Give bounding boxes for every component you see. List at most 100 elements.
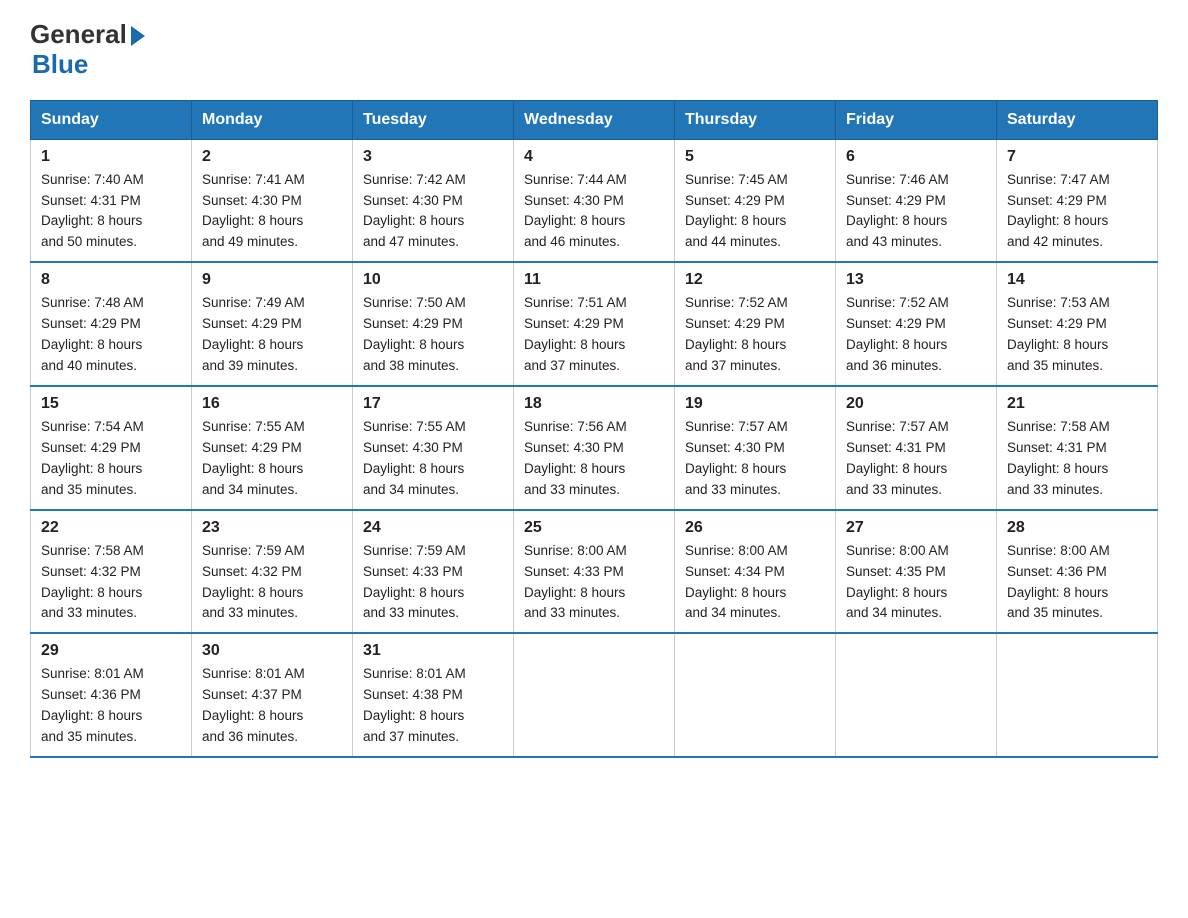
- day-number: 2: [202, 148, 342, 166]
- calendar-cell: 8 Sunrise: 7:48 AMSunset: 4:29 PMDaylight…: [31, 262, 192, 386]
- header-row: SundayMondayTuesdayWednesdayThursdayFrid…: [31, 100, 1158, 139]
- calendar-cell: 3 Sunrise: 7:42 AMSunset: 4:30 PMDaylight…: [353, 139, 514, 262]
- page-header: General Blue: [30, 20, 1158, 80]
- day-info: Sunrise: 8:01 AMSunset: 4:36 PMDaylight:…: [41, 664, 181, 748]
- day-info: Sunrise: 7:51 AMSunset: 4:29 PMDaylight:…: [524, 293, 664, 377]
- calendar-cell: 10 Sunrise: 7:50 AMSunset: 4:29 PMDayligh…: [353, 262, 514, 386]
- day-info: Sunrise: 8:00 AMSunset: 4:34 PMDaylight:…: [685, 541, 825, 625]
- calendar-cell: 18 Sunrise: 7:56 AMSunset: 4:30 PMDayligh…: [514, 386, 675, 510]
- day-info: Sunrise: 7:57 AMSunset: 4:31 PMDaylight:…: [846, 417, 986, 501]
- calendar-cell: 9Sunrise: 7:49 AMSunset: 4:29 PMDaylight…: [192, 262, 353, 386]
- week-row-3: 15 Sunrise: 7:54 AMSunset: 4:29 PMDayligh…: [31, 386, 1158, 510]
- day-info: Sunrise: 7:46 AMSunset: 4:29 PMDaylight:…: [846, 170, 986, 254]
- calendar-cell: 25 Sunrise: 8:00 AMSunset: 4:33 PMDayligh…: [514, 510, 675, 634]
- day-number: 20: [846, 395, 986, 413]
- day-number: 10: [363, 271, 503, 289]
- calendar-cell: 19Sunrise: 7:57 AMSunset: 4:30 PMDayligh…: [675, 386, 836, 510]
- day-number: 24: [363, 519, 503, 537]
- calendar-cell: 30 Sunrise: 8:01 AMSunset: 4:37 PMDayligh…: [192, 633, 353, 757]
- calendar-cell: 22 Sunrise: 7:58 AMSunset: 4:32 PMDayligh…: [31, 510, 192, 634]
- logo-arrow-icon: [131, 26, 145, 46]
- day-info: Sunrise: 8:00 AMSunset: 4:36 PMDaylight:…: [1007, 541, 1147, 625]
- day-info: Sunrise: 7:58 AMSunset: 4:32 PMDaylight:…: [41, 541, 181, 625]
- header-friday: Friday: [836, 100, 997, 139]
- day-number: 31: [363, 642, 503, 660]
- calendar-cell: 21Sunrise: 7:58 AMSunset: 4:31 PMDayligh…: [997, 386, 1158, 510]
- calendar-body: 1Sunrise: 7:40 AMSunset: 4:31 PMDaylight…: [31, 139, 1158, 757]
- day-number: 25: [524, 519, 664, 537]
- calendar-cell: 29 Sunrise: 8:01 AMSunset: 4:36 PMDayligh…: [31, 633, 192, 757]
- calendar-cell: 14Sunrise: 7:53 AMSunset: 4:29 PMDayligh…: [997, 262, 1158, 386]
- day-info: Sunrise: 7:44 AMSunset: 4:30 PMDaylight:…: [524, 170, 664, 254]
- day-info: Sunrise: 7:52 AMSunset: 4:29 PMDaylight:…: [846, 293, 986, 377]
- header-tuesday: Tuesday: [353, 100, 514, 139]
- day-info: Sunrise: 7:59 AMSunset: 4:33 PMDaylight:…: [363, 541, 503, 625]
- header-monday: Monday: [192, 100, 353, 139]
- day-info: Sunrise: 7:53 AMSunset: 4:29 PMDaylight:…: [1007, 293, 1147, 377]
- day-info: Sunrise: 7:54 AMSunset: 4:29 PMDaylight:…: [41, 417, 181, 501]
- day-info: Sunrise: 7:55 AMSunset: 4:30 PMDaylight:…: [363, 417, 503, 501]
- day-number: 6: [846, 148, 986, 166]
- day-number: 17: [363, 395, 503, 413]
- day-info: Sunrise: 7:58 AMSunset: 4:31 PMDaylight:…: [1007, 417, 1147, 501]
- calendar-cell: 5Sunrise: 7:45 AMSunset: 4:29 PMDaylight…: [675, 139, 836, 262]
- day-number: 12: [685, 271, 825, 289]
- day-number: 18: [524, 395, 664, 413]
- day-number: 8: [41, 271, 181, 289]
- logo: General Blue: [30, 20, 145, 80]
- header-sunday: Sunday: [31, 100, 192, 139]
- day-info: Sunrise: 8:00 AMSunset: 4:33 PMDaylight:…: [524, 541, 664, 625]
- calendar-cell: 2Sunrise: 7:41 AMSunset: 4:30 PMDaylight…: [192, 139, 353, 262]
- calendar-cell: 1Sunrise: 7:40 AMSunset: 4:31 PMDaylight…: [31, 139, 192, 262]
- day-info: Sunrise: 7:42 AMSunset: 4:30 PMDaylight:…: [363, 170, 503, 254]
- calendar-cell: 6 Sunrise: 7:46 AMSunset: 4:29 PMDaylight…: [836, 139, 997, 262]
- day-number: 22: [41, 519, 181, 537]
- week-row-2: 8 Sunrise: 7:48 AMSunset: 4:29 PMDaylight…: [31, 262, 1158, 386]
- calendar-cell: [514, 633, 675, 757]
- day-info: Sunrise: 7:52 AMSunset: 4:29 PMDaylight:…: [685, 293, 825, 377]
- calendar-cell: 16Sunrise: 7:55 AMSunset: 4:29 PMDayligh…: [192, 386, 353, 510]
- calendar-cell: 4 Sunrise: 7:44 AMSunset: 4:30 PMDaylight…: [514, 139, 675, 262]
- calendar-cell: 26Sunrise: 8:00 AMSunset: 4:34 PMDayligh…: [675, 510, 836, 634]
- logo-blue: Blue: [32, 49, 145, 80]
- calendar-cell: 31 Sunrise: 8:01 AMSunset: 4:38 PMDayligh…: [353, 633, 514, 757]
- week-row-5: 29 Sunrise: 8:01 AMSunset: 4:36 PMDayligh…: [31, 633, 1158, 757]
- day-info: Sunrise: 7:49 AMSunset: 4:29 PMDaylight:…: [202, 293, 342, 377]
- day-info: Sunrise: 7:59 AMSunset: 4:32 PMDaylight:…: [202, 541, 342, 625]
- day-number: 27: [846, 519, 986, 537]
- day-info: Sunrise: 7:47 AMSunset: 4:29 PMDaylight:…: [1007, 170, 1147, 254]
- week-row-1: 1Sunrise: 7:40 AMSunset: 4:31 PMDaylight…: [31, 139, 1158, 262]
- calendar-cell: 12 Sunrise: 7:52 AMSunset: 4:29 PMDayligh…: [675, 262, 836, 386]
- day-number: 3: [363, 148, 503, 166]
- day-info: Sunrise: 8:01 AMSunset: 4:37 PMDaylight:…: [202, 664, 342, 748]
- day-info: Sunrise: 7:45 AMSunset: 4:29 PMDaylight:…: [685, 170, 825, 254]
- calendar-cell: [675, 633, 836, 757]
- day-info: Sunrise: 8:01 AMSunset: 4:38 PMDaylight:…: [363, 664, 503, 748]
- header-wednesday: Wednesday: [514, 100, 675, 139]
- header-thursday: Thursday: [675, 100, 836, 139]
- day-number: 13: [846, 271, 986, 289]
- logo-general: General: [30, 20, 127, 49]
- day-number: 28: [1007, 519, 1147, 537]
- calendar-cell: 27Sunrise: 8:00 AMSunset: 4:35 PMDayligh…: [836, 510, 997, 634]
- calendar-table: SundayMondayTuesdayWednesdayThursdayFrid…: [30, 100, 1158, 758]
- day-number: 23: [202, 519, 342, 537]
- day-info: Sunrise: 7:50 AMSunset: 4:29 PMDaylight:…: [363, 293, 503, 377]
- calendar-cell: 11Sunrise: 7:51 AMSunset: 4:29 PMDayligh…: [514, 262, 675, 386]
- day-number: 15: [41, 395, 181, 413]
- day-number: 30: [202, 642, 342, 660]
- day-number: 29: [41, 642, 181, 660]
- day-info: Sunrise: 7:56 AMSunset: 4:30 PMDaylight:…: [524, 417, 664, 501]
- calendar-cell: 20 Sunrise: 7:57 AMSunset: 4:31 PMDayligh…: [836, 386, 997, 510]
- day-info: Sunrise: 7:48 AMSunset: 4:29 PMDaylight:…: [41, 293, 181, 377]
- calendar-cell: 13 Sunrise: 7:52 AMSunset: 4:29 PMDayligh…: [836, 262, 997, 386]
- calendar-cell: 15 Sunrise: 7:54 AMSunset: 4:29 PMDayligh…: [31, 386, 192, 510]
- calendar-header: SundayMondayTuesdayWednesdayThursdayFrid…: [31, 100, 1158, 139]
- day-number: 19: [685, 395, 825, 413]
- day-number: 7: [1007, 148, 1147, 166]
- day-number: 4: [524, 148, 664, 166]
- header-saturday: Saturday: [997, 100, 1158, 139]
- calendar-cell: [997, 633, 1158, 757]
- day-info: Sunrise: 7:40 AMSunset: 4:31 PMDaylight:…: [41, 170, 181, 254]
- calendar-cell: 23 Sunrise: 7:59 AMSunset: 4:32 PMDayligh…: [192, 510, 353, 634]
